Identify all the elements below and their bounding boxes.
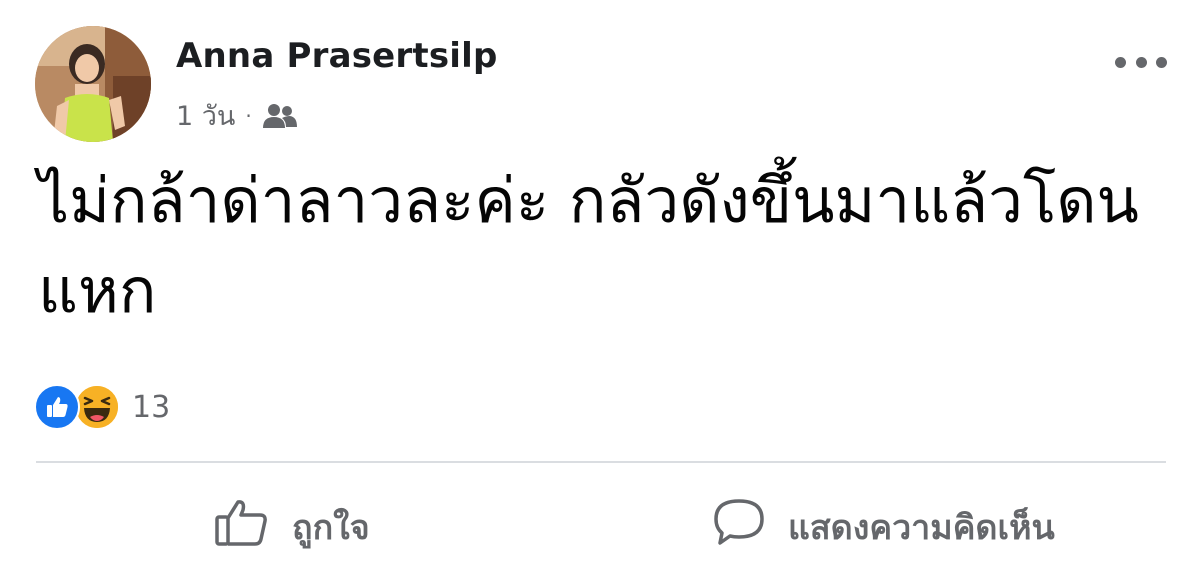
more-options-button[interactable]: [1115, 50, 1167, 74]
facebook-post: Anna Prasertsilp 1 วัน · ไม่กล้าด่าลาวละ…: [0, 0, 1200, 563]
thumbs-up-icon: [214, 497, 270, 556]
dot-icon: [1135, 56, 1147, 68]
comment-button[interactable]: แสดงความคิดเห็น: [712, 497, 1055, 556]
post-timestamp[interactable]: 1 วัน: [176, 94, 235, 137]
post-text: ไม่กล้าด่าลาวละค่ะ กลัวดังขึ้นมาแล้วโดนแ…: [38, 164, 1139, 327]
divider: [36, 461, 1166, 463]
haha-reaction-icon: [74, 384, 120, 430]
reaction-count: 13: [132, 389, 171, 425]
like-reaction-icon: [34, 384, 80, 430]
comment-icon: [712, 497, 766, 556]
meta-separator: ·: [245, 103, 252, 128]
reactions-summary[interactable]: 13: [34, 384, 170, 430]
comment-button-label: แสดงความคิดเห็น: [788, 507, 1055, 548]
friends-icon[interactable]: [262, 103, 298, 129]
like-button-label: ถูกใจ: [292, 507, 370, 548]
author-name[interactable]: Anna Prasertsilp: [176, 36, 498, 76]
author-avatar[interactable]: [35, 26, 151, 142]
avatar-photo: [35, 26, 151, 142]
dot-icon: [1115, 56, 1126, 68]
dot-icon: [1156, 56, 1167, 68]
post-meta: 1 วัน ·: [176, 94, 298, 137]
like-button[interactable]: ถูกใจ: [214, 497, 370, 556]
